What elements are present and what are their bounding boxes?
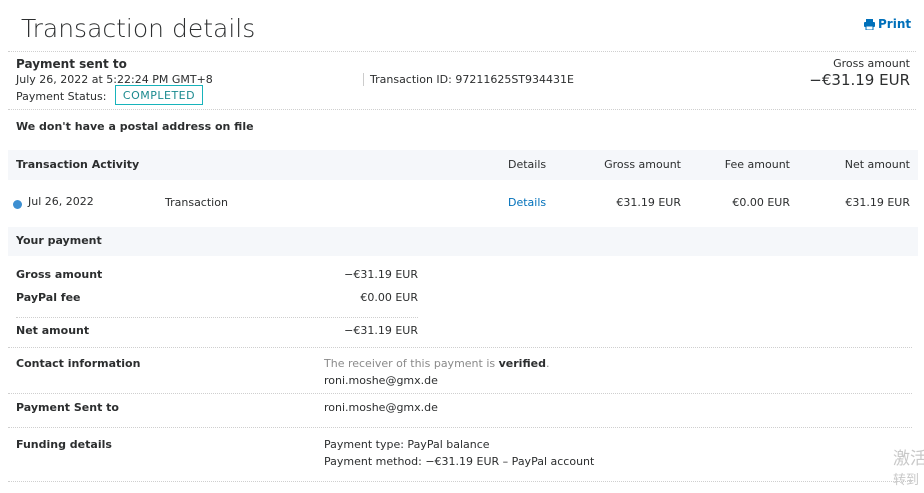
contact-info-label: Contact information — [16, 357, 141, 370]
row-date: Jul 26, 2022 — [28, 195, 94, 208]
funding-type: Payment type: PayPal balance — [324, 438, 490, 451]
gross-amount-value: −€31.19 EUR — [809, 71, 910, 89]
watermark-line2: 转到 — [893, 473, 920, 488]
contact-email: roni.moshe@gmx.de — [324, 374, 438, 387]
payment-gross-label: Gross amount — [16, 268, 103, 281]
row-details-link[interactable]: Details — [508, 196, 546, 209]
your-payment-band — [8, 227, 918, 256]
postal-address-note: We don't have a postal address on file — [16, 120, 254, 133]
paypal-fee-label: PayPal fee — [16, 291, 81, 304]
divider — [16, 317, 418, 318]
column-fee-header: Fee amount — [724, 158, 790, 171]
verified-suffix: . — [545, 357, 550, 370]
verified-prefix: The receiver of this payment is — [324, 357, 499, 370]
divider — [8, 109, 916, 110]
row-net: €31.19 EUR — [845, 196, 910, 209]
verified-word: verified — [498, 357, 546, 370]
status-dot-icon — [13, 200, 22, 209]
funding-method: Payment method: −€31.19 EUR – PayPal acc… — [324, 455, 595, 468]
column-details-header: Details — [508, 158, 547, 171]
net-amount-value: −€31.19 EUR — [344, 324, 418, 337]
gross-amount-label: Gross amount — [833, 57, 910, 70]
payment-sent-to-email: roni.moshe@gmx.de — [324, 401, 438, 414]
status-badge: COMPLETED — [115, 85, 203, 105]
print-link[interactable]: Print — [878, 17, 911, 31]
vertical-separator — [363, 73, 364, 86]
divider — [8, 347, 912, 348]
funding-details-label: Funding details — [16, 438, 112, 451]
net-amount-label: Net amount — [16, 324, 90, 337]
row-type: Transaction — [165, 196, 228, 209]
row-fee: €0.00 EUR — [732, 196, 790, 209]
page-title: Transaction details — [21, 14, 256, 43]
column-gross-header: Gross amount — [604, 158, 681, 171]
divider — [8, 427, 912, 428]
row-gross: €31.19 EUR — [616, 196, 681, 209]
paypal-fee-value: €0.00 EUR — [360, 291, 418, 304]
divider — [8, 393, 912, 394]
status-label: Payment Status: — [16, 90, 107, 103]
column-net-header: Net amount — [844, 158, 910, 171]
transaction-id: Transaction ID: 97211625ST934431E — [370, 73, 574, 86]
verified-note: The receiver of this payment is verified… — [324, 357, 549, 370]
divider — [8, 51, 916, 52]
watermark-line1: 激活 — [893, 449, 924, 469]
payment-sent-to-row-label: Payment Sent to — [16, 401, 119, 414]
activity-title: Transaction Activity — [16, 158, 140, 171]
payment-sent-to-text: Payment sent to — [16, 57, 127, 71]
your-payment-title: Your payment — [16, 234, 102, 247]
payment-sent-to-label: Payment sent to — [16, 57, 127, 71]
printer-icon[interactable] — [864, 19, 875, 30]
payment-gross-value: −€31.19 EUR — [344, 268, 418, 281]
divider — [8, 481, 912, 482]
